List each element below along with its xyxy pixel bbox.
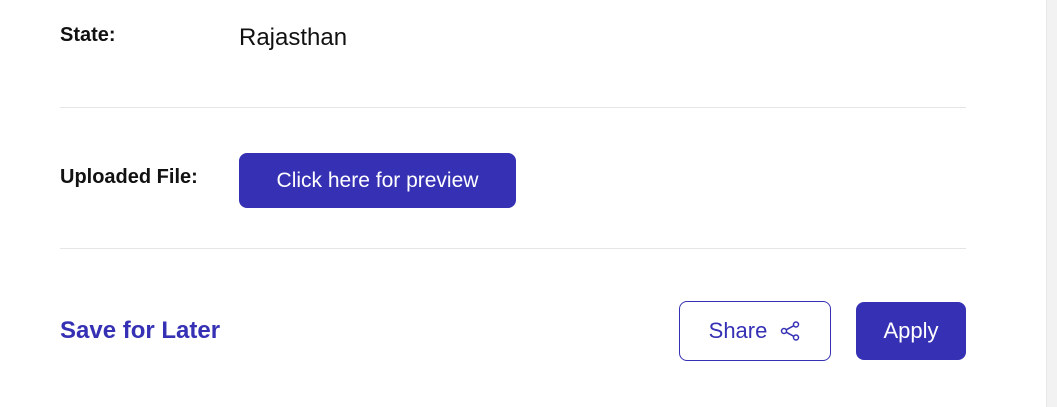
uploaded-file-label: Uploaded File: bbox=[60, 166, 198, 188]
state-label: State: bbox=[60, 24, 116, 46]
apply-button[interactable]: Apply bbox=[856, 302, 966, 360]
share-button-label: Share bbox=[708, 318, 768, 343]
scrollbar[interactable] bbox=[1046, 0, 1057, 407]
preview-file-button[interactable]: Click here for preview bbox=[239, 153, 516, 208]
share-icon bbox=[779, 320, 801, 342]
state-value: Rajasthan bbox=[239, 24, 348, 51]
save-for-later-link[interactable]: Save for Later bbox=[60, 317, 220, 345]
share-button[interactable]: Share bbox=[679, 301, 831, 361]
section-divider bbox=[60, 248, 966, 249]
section-divider bbox=[60, 107, 966, 108]
